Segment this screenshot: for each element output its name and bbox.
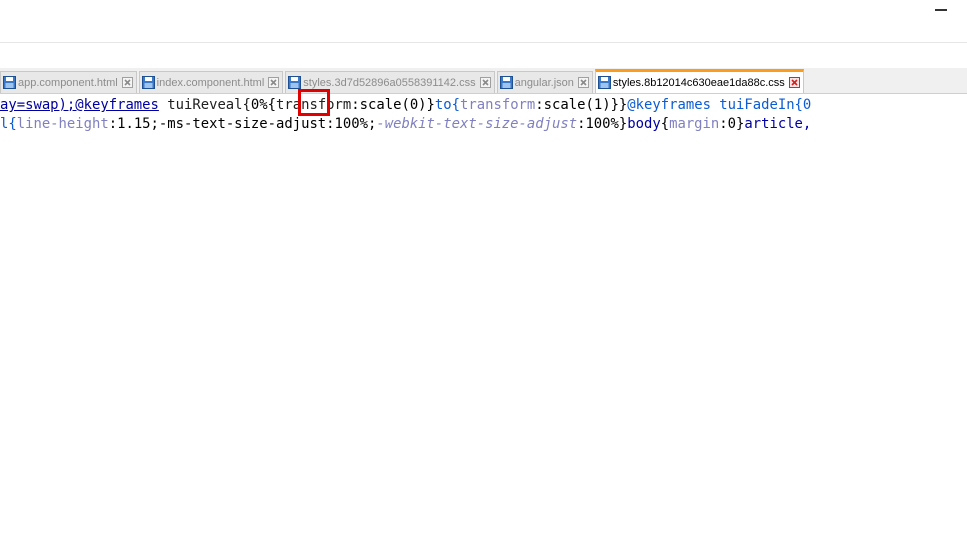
tab-styles-8b12-css[interactable]: styles.8b12014c630eae1da88c.css	[594, 69, 804, 93]
tab-index-component-html[interactable]: index.component.html	[138, 71, 284, 93]
close-tab-icon[interactable]	[479, 77, 491, 88]
tab-label: app.component.html	[18, 76, 118, 89]
tab-label: styles.3d7d52896a0558391142.css	[303, 76, 476, 89]
save-disk-icon	[597, 76, 611, 89]
tab-label: angular.json	[514, 76, 574, 89]
close-tab-icon[interactable]	[121, 77, 133, 88]
close-tab-icon[interactable]	[788, 77, 800, 88]
close-tab-icon[interactable]	[577, 77, 589, 88]
code-line-2: l{line-height:1.15;-ms-text-size-adjust:…	[0, 116, 812, 132]
tab-app-component-html[interactable]: app.component.html	[0, 71, 137, 93]
tab-label: styles.8b12014c630eae1da88c.css	[612, 76, 785, 89]
code-line-1: ay=swap);@keyframes tuiReveal{0%{transfo…	[0, 97, 812, 113]
minimize-icon[interactable]	[935, 9, 947, 11]
toolbar	[0, 43, 967, 68]
close-tab-icon[interactable]	[268, 77, 280, 88]
tab-label: index.component.html	[156, 76, 265, 89]
highlight-box	[298, 89, 330, 116]
tab-bar: app.component.html index.component.html	[0, 68, 967, 94]
title-bar	[0, 0, 967, 43]
editor-window: app.component.html index.component.html	[0, 0, 967, 541]
save-disk-icon	[141, 76, 155, 89]
save-disk-icon	[499, 76, 513, 89]
save-disk-icon	[288, 76, 302, 89]
tab-angular-json[interactable]: angular.json	[496, 71, 593, 93]
code-editor[interactable]: ay=swap);@keyframes tuiReveal{0%{transfo…	[0, 94, 967, 541]
save-disk-icon	[3, 76, 16, 89]
